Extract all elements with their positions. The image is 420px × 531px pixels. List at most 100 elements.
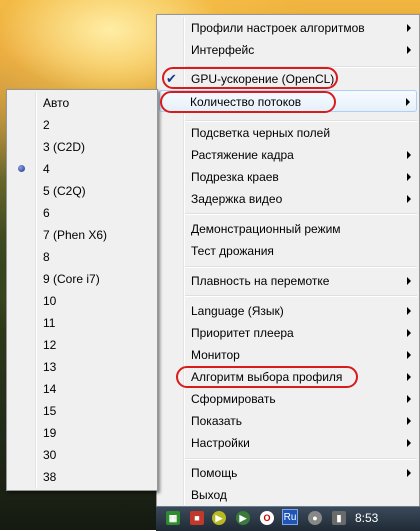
submenu-arrow-icon	[407, 195, 411, 203]
thread-option-label: Авто	[43, 96, 70, 110]
menu-item-settings[interactable]: Настройки	[159, 432, 417, 454]
submenu-arrow-icon	[407, 329, 411, 337]
thread-option-label: 8	[43, 250, 50, 264]
radio-selected-icon	[18, 165, 25, 172]
thread-option-12[interactable]: 12	[9, 334, 155, 356]
thread-option-label: 9 (Core i7)	[43, 272, 100, 286]
thread-option-3[interactable]: 3 (C2D)	[9, 136, 155, 158]
thread-option-9[interactable]: 9 (Core i7)	[9, 268, 155, 290]
submenu-arrow-icon	[407, 373, 411, 381]
menu-item-show[interactable]: Показать	[159, 410, 417, 432]
opera-icon[interactable]: O	[260, 511, 274, 525]
thread-option-label: 5 (C2Q)	[43, 184, 86, 198]
submenu-arrow-icon	[407, 46, 411, 54]
menu-item-generate[interactable]: Сформировать	[159, 388, 417, 410]
thread-option-5[interactable]: 5 (C2Q)	[9, 180, 155, 202]
thread-option-auto[interactable]: Авто	[9, 92, 155, 114]
thread-option-11[interactable]: 11	[9, 312, 155, 334]
submenu-arrow-icon	[407, 24, 411, 32]
thread-option-label: 15	[43, 404, 57, 418]
menu-item-label: Настройки	[191, 436, 250, 450]
highlight-oval-gpu	[162, 67, 338, 89]
thread-option-13[interactable]: 13	[9, 356, 155, 378]
highlight-oval-profile-algorithm	[176, 366, 358, 388]
thread-option-label: 13	[43, 360, 57, 374]
submenu-arrow-icon	[407, 173, 411, 181]
red-app-icon[interactable]: ■	[190, 511, 204, 525]
taskbar-clock[interactable]: 8:53	[355, 506, 415, 530]
menu-item-help[interactable]: Помощь	[159, 462, 417, 484]
menu-item-frame-stretch[interactable]: Растяжение кадра	[159, 144, 417, 166]
submenu-arrow-icon	[406, 98, 410, 106]
thread-option-19[interactable]: 19	[9, 422, 155, 444]
menu-item-edge-crop[interactable]: Подрезка краев	[159, 166, 417, 188]
menu-item-demo-mode[interactable]: Демонстрационный режим	[159, 218, 417, 240]
thread-option-6[interactable]: 6	[9, 202, 155, 224]
green-grid-icon[interactable]: ▦	[166, 511, 180, 525]
network-icon[interactable]: ▮	[332, 511, 346, 525]
thread-option-8[interactable]: 8	[9, 246, 155, 268]
menu-item-label: Демонстрационный режим	[191, 222, 341, 236]
thread-option-label: 30	[43, 448, 57, 462]
thread-option-label: 10	[43, 294, 57, 308]
menu-item-label: Выход	[191, 488, 227, 502]
menu-item-exit[interactable]: Выход	[159, 484, 417, 506]
thread-option-label: 2	[43, 118, 50, 132]
stop-icon[interactable]: ●	[308, 511, 322, 525]
menu-item-label: Сформировать	[191, 392, 276, 406]
menu-item-label: Плавность на перемотке	[191, 274, 330, 288]
menu-item-label: Language (Язык)	[191, 304, 284, 318]
menu-separator	[185, 213, 417, 215]
menu-separator	[185, 458, 417, 460]
submenu-arrow-icon	[407, 469, 411, 477]
thread-option-label: 4	[43, 162, 50, 176]
submenu-arrow-icon	[407, 277, 411, 285]
menu-item-label: Приоритет плеера	[191, 326, 294, 340]
thread-option-38[interactable]: 38	[9, 466, 155, 488]
thread-option-label: 38	[43, 470, 57, 484]
thread-option-label: 6	[43, 206, 50, 220]
menu-item-jitter-test[interactable]: Тест дрожания	[159, 240, 417, 262]
thread-option-2[interactable]: 2	[9, 114, 155, 136]
menu-item-label: Профили настроек алгоритмов	[191, 21, 365, 35]
thread-option-14[interactable]: 14	[9, 378, 155, 400]
menu-item-language[interactable]: Language (Язык)	[159, 300, 417, 322]
thread-option-7[interactable]: 7 (Phen X6)	[9, 224, 155, 246]
menu-item-label: Показать	[191, 414, 243, 428]
thread-option-label: 14	[43, 382, 57, 396]
menu-item-video-delay[interactable]: Задержка видео	[159, 188, 417, 210]
menu-item-algorithm-profiles[interactable]: Профили настроек алгоритмов	[159, 17, 417, 39]
menu-item-black-borders-highlight[interactable]: Подсветка черных полей	[159, 122, 417, 144]
submenu-arrow-icon	[407, 439, 411, 447]
thread-option-10[interactable]: 10	[9, 290, 155, 312]
submenu-arrow-icon	[407, 351, 411, 359]
menu-item-label: Задержка видео	[191, 192, 283, 206]
thread-option-label: 7 (Phen X6)	[43, 228, 108, 242]
thread-option-30[interactable]: 30	[9, 444, 155, 466]
submenu-arrow-icon	[407, 395, 411, 403]
submenu-arrow-icon	[407, 307, 411, 315]
menu-item-interface[interactable]: Интерфейс	[159, 39, 417, 61]
menu-item-label: Подрезка краев	[191, 170, 279, 184]
menu-item-label: Помощь	[191, 466, 238, 480]
threads-submenu: Авто 2 3 (C2D) 4 5 (C2Q) 6 7 (Phen X6) 8…	[6, 89, 158, 491]
thread-option-15[interactable]: 15	[9, 400, 155, 422]
menu-item-label: Интерфейс	[191, 43, 255, 57]
menu-item-label: Монитор	[191, 348, 240, 362]
menu-item-seek-smoothness[interactable]: Плавность на перемотке	[159, 270, 417, 292]
play-icon[interactable]: ▶	[212, 511, 226, 525]
thread-option-label: 3 (C2D)	[43, 140, 86, 154]
media-icon[interactable]: ▶	[236, 511, 250, 525]
menu-item-monitor[interactable]: Монитор	[159, 344, 417, 366]
thread-option-label: 11	[43, 316, 56, 330]
menu-item-label: Подсветка черных полей	[191, 126, 331, 140]
thread-option-label: 12	[43, 338, 57, 352]
menu-item-player-priority[interactable]: Приоритет плеера	[159, 322, 417, 344]
language-indicator[interactable]: Ru	[282, 509, 298, 525]
submenu-arrow-icon	[407, 151, 411, 159]
menu-separator	[185, 295, 417, 297]
highlight-oval-threads	[160, 91, 336, 113]
thread-option-4[interactable]: 4	[9, 158, 155, 180]
menu-item-label: Тест дрожания	[191, 244, 274, 258]
menu-item-label: Растяжение кадра	[191, 148, 294, 162]
